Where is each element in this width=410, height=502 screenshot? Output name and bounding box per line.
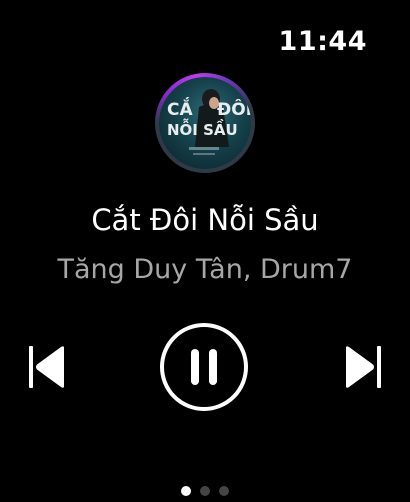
page-dot-3[interactable] xyxy=(219,486,229,496)
svg-text:ĐÔI: ĐÔI xyxy=(217,98,251,120)
status-time: 11:44 xyxy=(278,26,367,57)
page-dot-1[interactable] xyxy=(181,486,191,496)
previous-track-button[interactable] xyxy=(26,345,70,389)
next-track-button[interactable] xyxy=(340,345,384,389)
forward-skip-icon xyxy=(346,346,381,388)
album-artwork: CẮ ĐÔI NỖI SẦU xyxy=(159,77,251,169)
track-title: Cắt Đôi Nỗi Sầu xyxy=(91,203,319,237)
pause-icon xyxy=(191,349,217,385)
page-dot-2[interactable] xyxy=(200,486,210,496)
page-indicator[interactable] xyxy=(0,486,410,496)
album-art-ring[interactable]: CẮ ĐÔI NỖI SẦU xyxy=(155,73,255,173)
svg-text:NỖI SẦU: NỖI SẦU xyxy=(167,118,238,139)
play-pause-button[interactable] xyxy=(160,323,248,411)
svg-text:CẮ: CẮ xyxy=(167,96,193,120)
track-artist: Tăng Duy Tân, Drum7 xyxy=(57,254,353,285)
backward-skip-icon xyxy=(29,346,64,388)
